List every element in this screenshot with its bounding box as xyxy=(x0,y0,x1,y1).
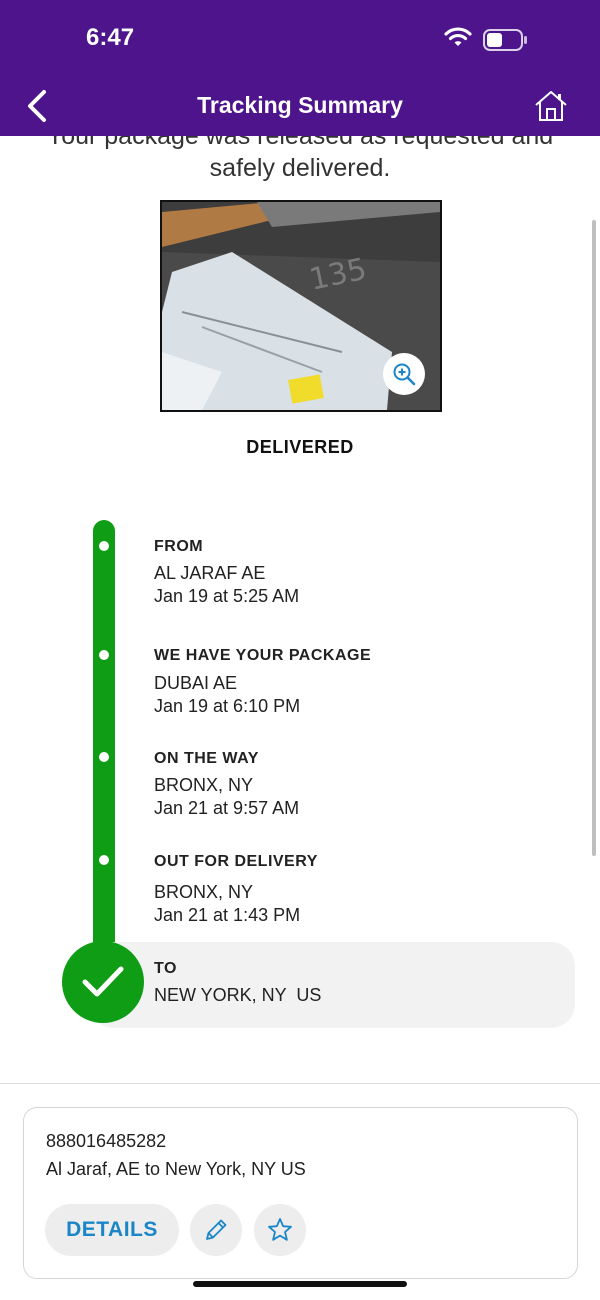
timeline-step-location: BRONX, NY xyxy=(154,882,254,902)
pencil-icon xyxy=(206,1219,227,1240)
checkmark-icon xyxy=(82,966,124,997)
edit-button[interactable] xyxy=(190,1204,242,1256)
timeline-step-time: Jan 21 at 1:43 PM xyxy=(154,905,301,925)
timeline-step-title: TO xyxy=(154,960,177,977)
details-button[interactable]: DETAILS xyxy=(45,1204,179,1256)
timeline-step-time: Jan 19 at 5:25 AM xyxy=(154,586,300,606)
timeline-step-time: Jan 21 at 9:57 AM xyxy=(154,798,300,818)
delivery-status-label: DELIVERED xyxy=(246,437,354,457)
timeline-dot xyxy=(99,752,109,762)
delivered-check-badge xyxy=(62,941,144,1023)
star-icon xyxy=(268,1218,292,1241)
shipment-card: 888016485282 Al Jaraf, AE to New York, N… xyxy=(23,1107,578,1279)
timeline-step-time: Jan 19 at 6:10 PM xyxy=(154,696,301,716)
battery-icon xyxy=(483,29,529,56)
timeline-step-title: FROM xyxy=(154,538,204,555)
timeline-dot xyxy=(99,650,109,660)
delivery-message-line2: safely delivered. xyxy=(209,154,391,182)
shipment-route: Al Jaraf, AE to New York, NY US xyxy=(46,1159,306,1179)
home-button[interactable] xyxy=(533,88,569,124)
status-time: 6:47 xyxy=(86,24,135,51)
scrollbar[interactable] xyxy=(592,220,596,856)
section-divider xyxy=(0,1083,600,1084)
timeline-step-location: DUBAI AE xyxy=(154,673,238,693)
app-header: 6:47 Tracking Summary xyxy=(0,0,600,136)
timeline-step-location: BRONX, NY xyxy=(154,775,254,795)
wifi-icon xyxy=(444,26,472,53)
timeline-step-title: WE HAVE YOUR PACKAGE xyxy=(154,647,372,664)
tracking-number: 888016485282 xyxy=(46,1131,167,1151)
zoom-in-icon xyxy=(393,363,416,386)
timeline-step-title: OUT FOR DELIVERY xyxy=(154,853,318,870)
timeline-dot xyxy=(99,541,109,551)
home-icon xyxy=(535,91,567,121)
page-title: Tracking Summary xyxy=(197,92,403,118)
home-indicator xyxy=(193,1281,407,1287)
zoom-photo-button[interactable] xyxy=(383,353,425,395)
timeline-step-title: ON THE WAY xyxy=(154,750,259,767)
favorite-button[interactable] xyxy=(254,1204,306,1256)
timeline-step-location: NEW YORK, NY US xyxy=(154,985,322,1005)
timeline-dot xyxy=(99,855,109,865)
timeline-step-location: AL JARAF AE xyxy=(154,563,266,583)
